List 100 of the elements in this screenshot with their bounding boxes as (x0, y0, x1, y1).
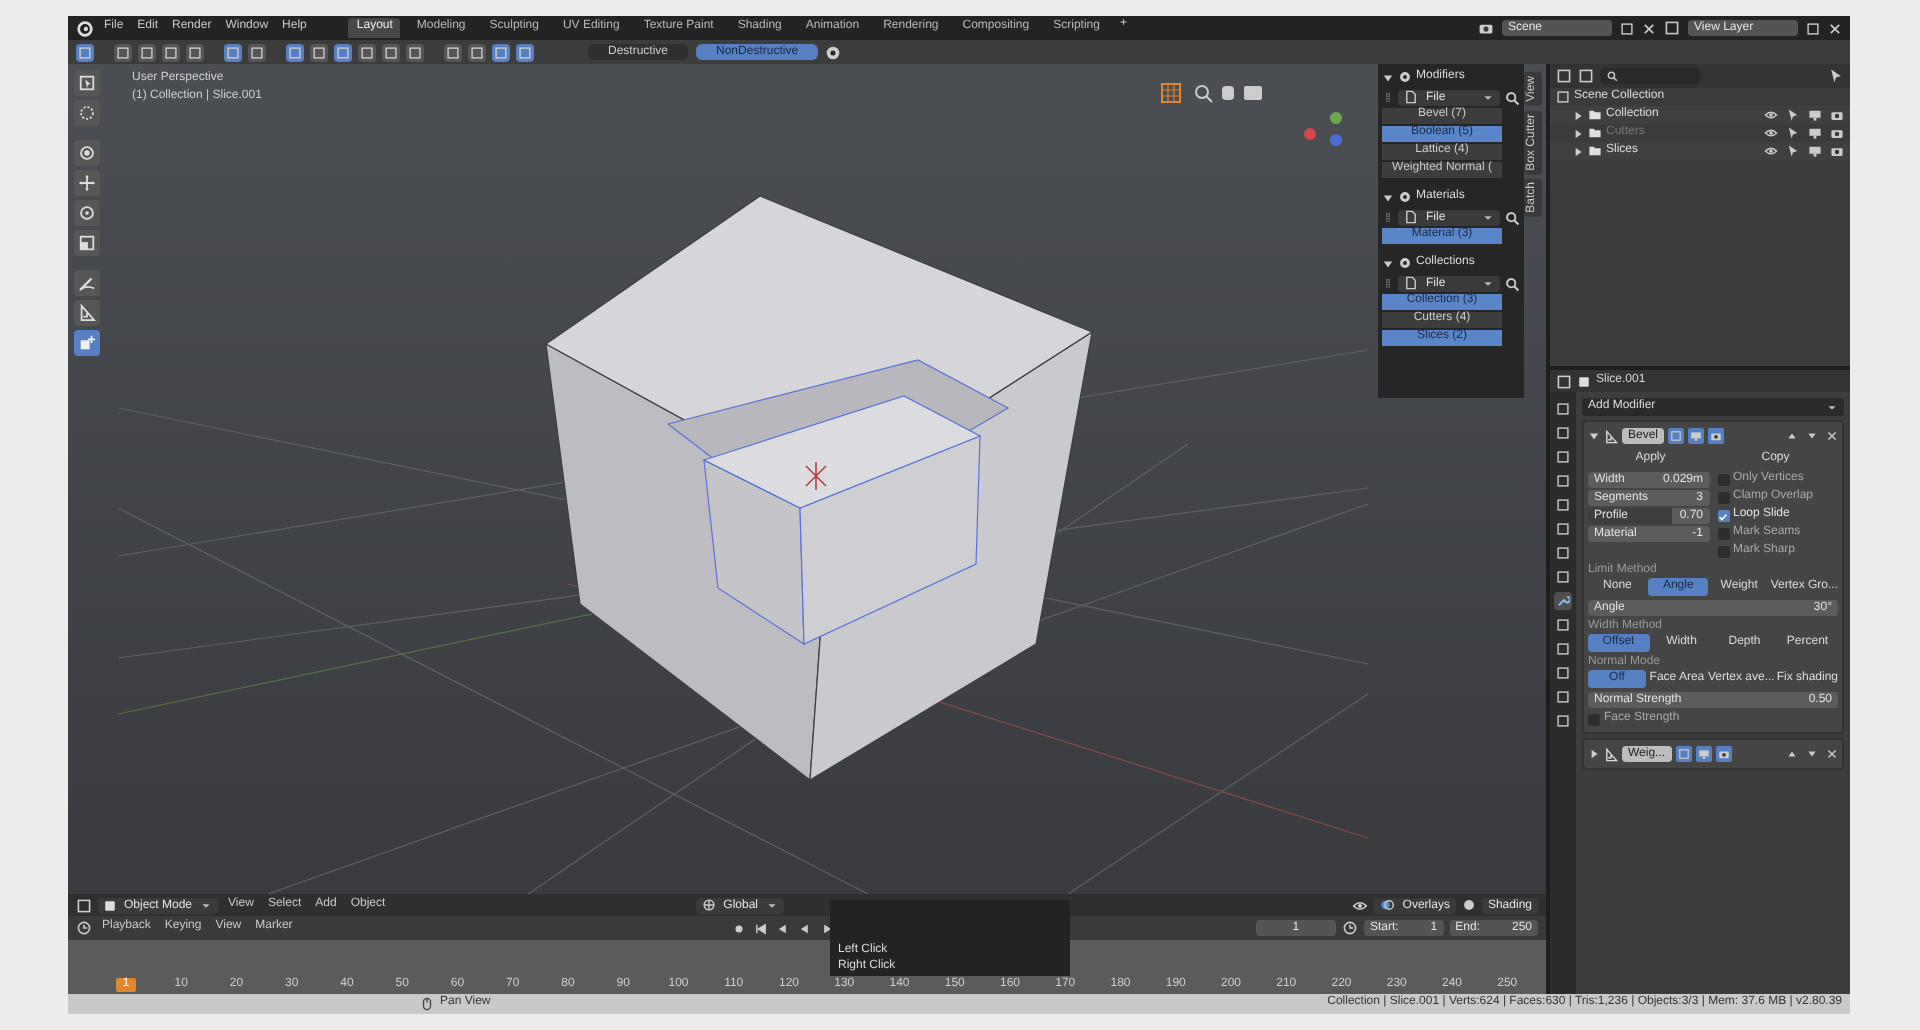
toolbar-toggle[interactable] (114, 43, 132, 61)
properties-tab[interactable] (1554, 448, 1572, 466)
editor-type-icon[interactable] (1556, 373, 1572, 389)
display-mode-icon[interactable] (1578, 68, 1594, 84)
toolbar-toggle[interactable] (138, 43, 156, 61)
search-icon[interactable] (1504, 275, 1520, 291)
tool-button[interactable] (74, 70, 100, 96)
close-icon[interactable] (1828, 21, 1842, 35)
zoom-icon[interactable] (1195, 85, 1213, 103)
editor-type-icon[interactable] (76, 897, 92, 913)
search-icon[interactable] (1504, 89, 1520, 105)
expand-arrow-icon[interactable] (1382, 191, 1394, 203)
eye-icon[interactable] (1764, 108, 1778, 122)
toggle-button[interactable] (1695, 746, 1712, 762)
sphere-icon[interactable] (1461, 898, 1476, 912)
move-up-icon[interactable] (1786, 430, 1798, 442)
toolbar-toggle[interactable] (334, 43, 352, 61)
properties-tab[interactable] (1554, 616, 1572, 634)
editor-type-icon[interactable] (1556, 68, 1572, 84)
square-icon (1556, 498, 1570, 512)
properties-tab[interactable] (1554, 592, 1572, 610)
play-icon[interactable] (820, 921, 835, 935)
checkbox[interactable] (1717, 510, 1729, 522)
play-reverse-icon[interactable] (798, 921, 813, 935)
clock-icon[interactable] (1341, 920, 1358, 936)
move-down-icon[interactable] (1806, 748, 1818, 760)
expand-arrow-icon[interactable] (1382, 71, 1394, 83)
tool-button[interactable] (74, 200, 100, 226)
caret-icon (200, 899, 213, 911)
toolbar-toggle[interactable] (492, 43, 510, 61)
toolbar-toggle[interactable] (224, 43, 242, 61)
toolbar-toggle[interactable] (468, 43, 486, 61)
properties-tab[interactable] (1554, 688, 1572, 706)
monitor-icon[interactable] (1808, 108, 1822, 122)
file-icon (1404, 276, 1418, 290)
copy-icon[interactable] (1806, 21, 1820, 35)
rewind-icon[interactable] (776, 921, 791, 935)
properties-tab[interactable] (1554, 472, 1572, 490)
eye-icon[interactable] (1764, 126, 1778, 140)
blender-logo-icon[interactable] (76, 19, 94, 37)
tool-button[interactable] (74, 330, 100, 356)
properties-tab[interactable] (1554, 520, 1572, 538)
toggle-button[interactable] (1668, 428, 1685, 444)
copy-icon[interactable] (1620, 21, 1634, 35)
toolbar-toggle[interactable] (310, 43, 328, 61)
eye-icon[interactable] (1352, 897, 1369, 913)
monitor-icon[interactable] (1808, 126, 1822, 140)
toolbar-toggle[interactable] (516, 43, 534, 61)
jump-start-icon[interactable] (754, 921, 769, 935)
tool-button[interactable] (74, 300, 100, 326)
toolbar-toggle[interactable] (248, 43, 266, 61)
grid-icon[interactable] (1161, 83, 1181, 103)
move-down-icon[interactable] (1806, 430, 1818, 442)
properties-tab[interactable] (1554, 712, 1572, 730)
record-icon[interactable] (732, 921, 747, 935)
toolbar-toggle[interactable] (76, 43, 94, 61)
properties-tab[interactable] (1554, 544, 1572, 562)
properties-tab[interactable] (1554, 640, 1572, 658)
eye-icon[interactable] (1764, 144, 1778, 158)
gear-icon[interactable] (824, 43, 843, 61)
expand-arrow-icon[interactable] (1382, 257, 1394, 269)
close-icon[interactable] (1642, 21, 1656, 35)
tool-button[interactable] (74, 100, 100, 126)
square-icon (1556, 402, 1570, 416)
tool-button[interactable] (74, 230, 100, 256)
toolbar-toggle[interactable] (444, 43, 462, 61)
toolbar-toggle[interactable] (382, 43, 400, 61)
tool-button[interactable] (74, 170, 100, 196)
square-icon (1556, 690, 1570, 704)
toolbar-toggle[interactable] (186, 43, 204, 61)
toggle-button[interactable] (1688, 428, 1705, 444)
move-up-icon[interactable] (1786, 748, 1798, 760)
close-icon[interactable] (1826, 748, 1838, 760)
navigation-gizmo-drawing[interactable] (1304, 112, 1342, 146)
expand-arrow-icon[interactable] (1588, 748, 1600, 760)
monitor-icon[interactable] (1808, 144, 1822, 158)
grip-icon[interactable] (1382, 209, 1394, 225)
properties-tab[interactable] (1554, 664, 1572, 682)
toggle-button[interactable] (1708, 428, 1725, 444)
toggle-button[interactable] (1715, 746, 1732, 762)
search-field[interactable] (1600, 68, 1700, 84)
grip-icon[interactable] (1382, 275, 1394, 291)
scene-icon[interactable] (1478, 20, 1494, 36)
toolbar-toggle[interactable] (406, 43, 424, 61)
toolbar-toggle[interactable] (358, 43, 376, 61)
properties-tab[interactable] (1554, 568, 1572, 586)
grip-icon[interactable] (1382, 89, 1394, 105)
tool-button[interactable] (74, 140, 100, 166)
search-icon[interactable] (1504, 209, 1520, 225)
toggle-button[interactable] (1675, 746, 1692, 762)
properties-tab[interactable] (1554, 496, 1572, 514)
properties-tab[interactable] (1554, 424, 1572, 442)
gear-icon (1398, 70, 1412, 84)
expand-arrow-icon[interactable] (1588, 430, 1600, 442)
clock-icon[interactable] (76, 920, 92, 936)
properties-tab[interactable] (1554, 400, 1572, 418)
close-icon[interactable] (1826, 430, 1838, 442)
tool-button[interactable] (74, 270, 100, 296)
toolbar-toggle[interactable] (286, 43, 304, 61)
toolbar-toggle[interactable] (162, 43, 180, 61)
